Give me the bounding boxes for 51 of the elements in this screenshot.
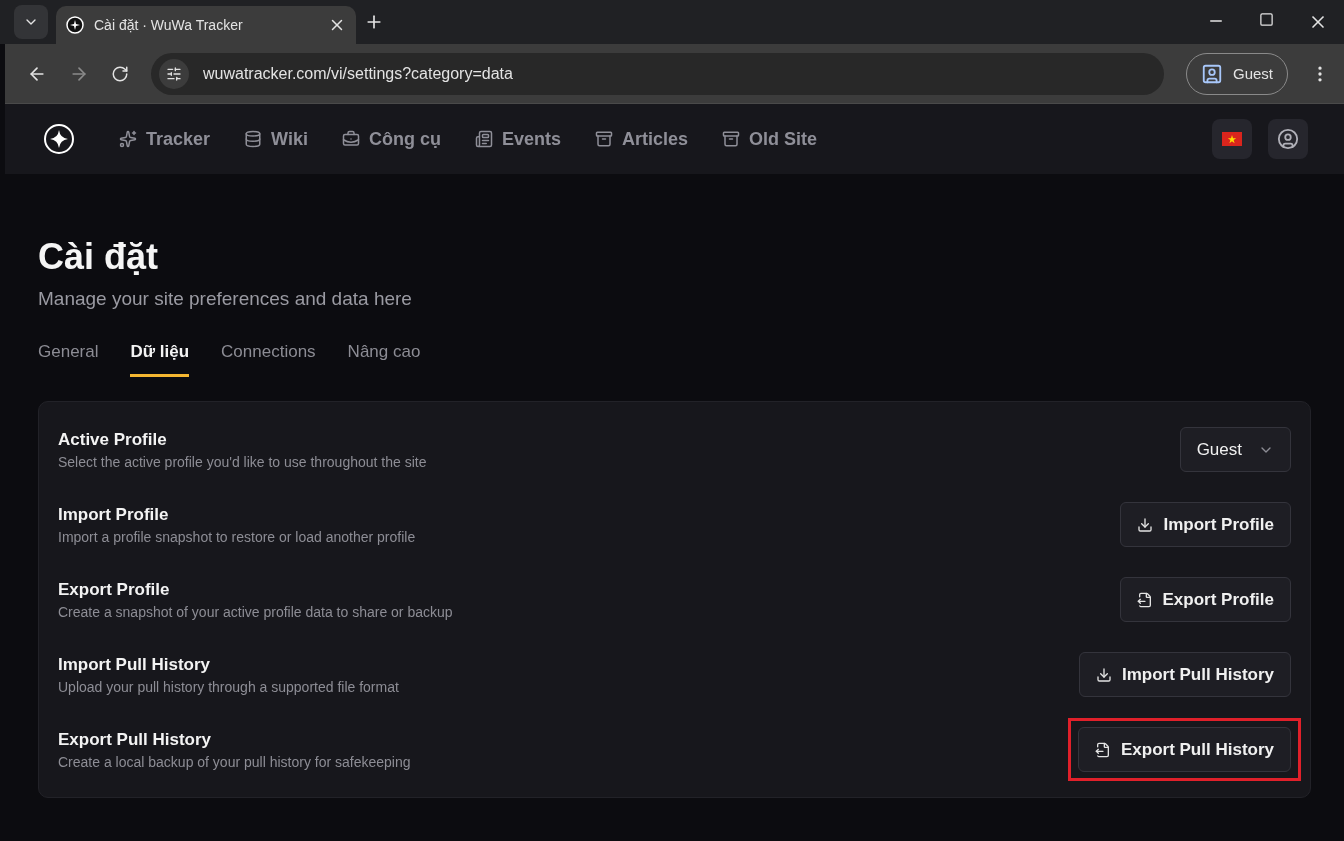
setting-description: Upload your pull history through a supported file format: [58, 678, 400, 695]
setting-description: Create a snapshot of your active profile data to share or backup: [58, 603, 454, 620]
newspaper-icon: [474, 130, 493, 148]
url-text: wuwatracker.com/vi/settings?category=data: [203, 64, 513, 83]
import-button[interactable]: Import Pull History: [1078, 652, 1291, 697]
setting-title: Import Profile: [58, 504, 170, 525]
settings-tab[interactable]: Nâng cao: [347, 342, 421, 377]
setting-title: Export Pull History: [58, 729, 213, 750]
archive-icon: [722, 130, 740, 148]
settings-tab[interactable]: Connections: [221, 342, 316, 377]
account-button[interactable]: [1268, 119, 1308, 159]
setting-title: Export Profile: [58, 579, 171, 600]
reload-icon[interactable]: [111, 64, 129, 83]
address-bar[interactable]: wuwatracker.com/vi/settings?category=data: [151, 52, 1164, 95]
settings-tab[interactable]: Dữ liệu: [130, 342, 190, 377]
sparkles-icon: [119, 130, 137, 148]
logo-icon[interactable]: [43, 123, 75, 155]
settings-tab[interactable]: General: [38, 342, 99, 377]
file-export-icon: [1094, 741, 1111, 758]
flag-icon: [1222, 132, 1242, 146]
tab-title: Cài đặt · WuWa Tracker: [94, 17, 244, 33]
briefcase-icon: [341, 130, 360, 148]
export-button[interactable]: Export Pull History: [1077, 727, 1291, 772]
page-subtitle: Manage your site preferences and data here: [38, 288, 413, 310]
nav-link[interactable]: Công cụ: [341, 128, 441, 150]
language-button[interactable]: [1212, 119, 1252, 159]
export-button[interactable]: Export Profile: [1119, 577, 1291, 622]
setting-description: Create a local backup of your pull history for safekeeping: [58, 753, 412, 770]
file-export-icon: [1136, 591, 1153, 608]
user-icon: [1277, 128, 1299, 150]
download-icon: [1095, 666, 1112, 683]
nav-link[interactable]: Tracker: [119, 128, 211, 150]
nav-link[interactable]: Old Site: [722, 128, 817, 150]
setting-description: Import a profile snapshot to restore or load another profile: [58, 528, 417, 545]
archive-icon: [594, 130, 613, 148]
user-icon: [1200, 62, 1223, 85]
nav-link[interactable]: Events: [474, 128, 561, 150]
setting-title: Active Profile: [58, 429, 168, 450]
tab-list-button[interactable]: [14, 5, 48, 39]
browser-tab[interactable]: Cài đặt · WuWa Tracker: [56, 6, 356, 44]
site-settings-icon[interactable]: [159, 58, 189, 89]
profile-select[interactable]: Guest: [1179, 427, 1291, 472]
nav-link[interactable]: Articles: [594, 128, 688, 150]
import-button[interactable]: Import Profile: [1120, 502, 1291, 547]
setting-title: Import Pull History: [58, 654, 212, 675]
page-title: Cài đặt: [38, 236, 160, 278]
database-icon: [244, 130, 263, 148]
download-icon: [1137, 516, 1154, 533]
setting-description: Select the active profile you'd like to use throughout the site: [58, 453, 428, 470]
nav-link[interactable]: Wiki: [244, 128, 308, 150]
site-logo-icon: [66, 16, 84, 34]
